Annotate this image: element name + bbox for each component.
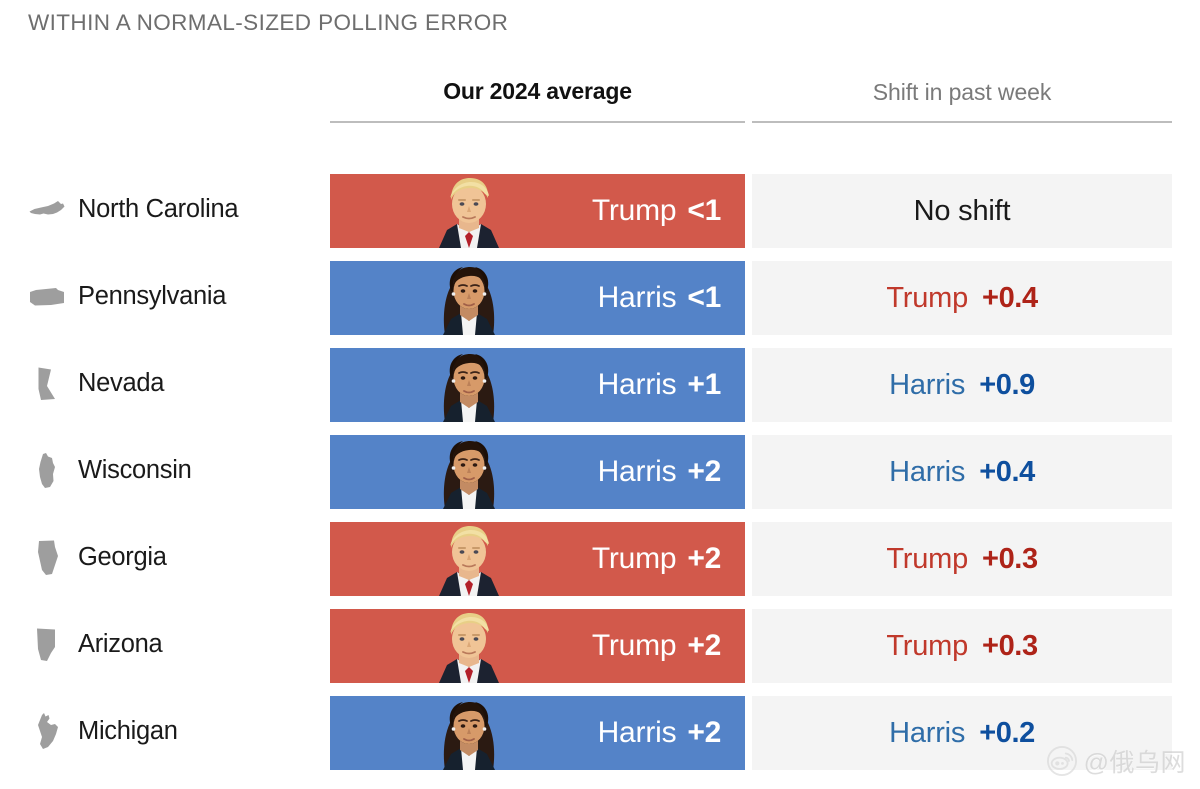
average-bar-trump[interactable]: Trump +2 (330, 522, 745, 596)
georgia-map-icon (28, 538, 66, 578)
trump-portrait-icon (413, 522, 525, 596)
weibo-logo-icon (1047, 746, 1077, 776)
table-row: Georgia Trump +2 Trump +0.3 (0, 514, 1200, 601)
shift-candidate: Trump (886, 284, 968, 313)
state-name: Michigan (78, 717, 178, 746)
shift-candidate: Harris (889, 458, 965, 487)
state-name: Wisconsin (78, 456, 192, 485)
state-rows: North Carolina Trump <1 No shift Pennsylvani… (0, 166, 1200, 775)
harris-portrait-icon (413, 261, 525, 335)
average-label: Trump <1 (592, 196, 745, 226)
shift-candidate: Trump (886, 632, 968, 661)
wisconsin-map-icon (28, 451, 66, 491)
shift-cell[interactable]: Harris +0.4 (752, 435, 1172, 509)
harris-portrait-icon (413, 696, 525, 770)
state-cell: Nevada (28, 340, 320, 427)
average-label: Harris <1 (598, 283, 745, 313)
average-candidate: Trump (592, 194, 677, 227)
shift-cell[interactable]: Trump +0.3 (752, 522, 1172, 596)
state-name: Arizona (78, 630, 162, 659)
north-carolina-map-icon (28, 190, 66, 230)
table-row: North Carolina Trump <1 No shift (0, 166, 1200, 253)
shift-candidate: No shift (914, 197, 1011, 226)
michigan-map-icon (28, 712, 66, 752)
average-bar-trump[interactable]: Trump <1 (330, 174, 745, 248)
header-rule-average (330, 121, 745, 123)
average-candidate: Harris (598, 368, 677, 401)
shift-value: +0.9 (979, 371, 1035, 400)
shift-candidate: Harris (889, 719, 965, 748)
average-label: Trump +2 (592, 631, 745, 661)
state-cell: Wisconsin (28, 427, 320, 514)
state-name: Georgia (78, 543, 167, 572)
shift-candidate: Harris (889, 371, 965, 400)
shift-value: +0.3 (982, 632, 1038, 661)
harris-portrait-icon (413, 348, 525, 422)
average-bar-harris[interactable]: Harris +2 (330, 696, 745, 770)
trump-portrait-icon (413, 609, 525, 683)
trump-portrait-icon (413, 174, 525, 248)
average-margin: +1 (687, 368, 721, 401)
watermark-text: @俄乌网 (1084, 743, 1186, 779)
average-margin: +2 (687, 455, 721, 488)
arizona-map-icon (28, 625, 66, 665)
harris-portrait-icon (413, 435, 525, 509)
average-margin: +2 (687, 629, 721, 662)
column-header-average: Our 2024 average (330, 78, 745, 105)
shift-cell[interactable]: No shift (752, 174, 1172, 248)
average-candidate: Harris (598, 455, 677, 488)
watermark: @俄乌网 (1047, 743, 1186, 779)
shift-value: +0.2 (979, 719, 1035, 748)
state-cell: Michigan (28, 688, 320, 775)
header-rule-shift (752, 121, 1172, 123)
column-header-shift: Shift in past week (752, 79, 1172, 106)
state-cell: Arizona (28, 601, 320, 688)
average-margin: +2 (687, 542, 721, 575)
column-headers: Our 2024 average Shift in past week (0, 78, 1200, 142)
state-cell: Georgia (28, 514, 320, 601)
state-name: North Carolina (78, 195, 238, 224)
shift-value: +0.3 (982, 545, 1038, 574)
average-bar-harris[interactable]: Harris +1 (330, 348, 745, 422)
shift-candidate: Trump (886, 545, 968, 574)
average-margin: <1 (687, 281, 721, 314)
average-candidate: Harris (598, 281, 677, 314)
table-row: Wisconsin Harris +2 Harris +0.4 (0, 427, 1200, 514)
average-margin: +2 (687, 716, 721, 749)
average-bar-trump[interactable]: Trump +2 (330, 609, 745, 683)
average-bar-harris[interactable]: Harris <1 (330, 261, 745, 335)
shift-cell[interactable]: Trump +0.3 (752, 609, 1172, 683)
shift-cell[interactable]: Trump +0.4 (752, 261, 1172, 335)
pennsylvania-map-icon (28, 277, 66, 317)
average-label: Harris +1 (598, 370, 745, 400)
state-cell: Pennsylvania (28, 253, 320, 340)
state-name: Nevada (78, 369, 164, 398)
table-row: Michigan Harris +2 Harris +0.2 (0, 688, 1200, 775)
average-candidate: Harris (598, 716, 677, 749)
shift-cell[interactable]: Harris +0.9 (752, 348, 1172, 422)
average-candidate: Trump (592, 629, 677, 662)
average-label: Harris +2 (598, 457, 745, 487)
average-label: Harris +2 (598, 718, 745, 748)
shift-value: +0.4 (979, 458, 1035, 487)
state-name: Pennsylvania (78, 282, 226, 311)
average-bar-harris[interactable]: Harris +2 (330, 435, 745, 509)
table-row: Arizona Trump +2 Trump +0.3 (0, 601, 1200, 688)
table-row: Pennsylvania Harris <1 Trump +0.4 (0, 253, 1200, 340)
average-margin: <1 (687, 194, 721, 227)
average-label: Trump +2 (592, 544, 745, 574)
page-title: WITHIN A NORMAL-SIZED POLLING ERROR (28, 10, 508, 36)
polling-average-table: WITHIN A NORMAL-SIZED POLLING ERROR Our … (0, 0, 1200, 789)
average-candidate: Trump (592, 542, 677, 575)
state-cell: North Carolina (28, 166, 320, 253)
shift-value: +0.4 (982, 284, 1038, 313)
nevada-map-icon (28, 364, 66, 404)
table-row: Nevada Harris +1 Harris +0.9 (0, 340, 1200, 427)
